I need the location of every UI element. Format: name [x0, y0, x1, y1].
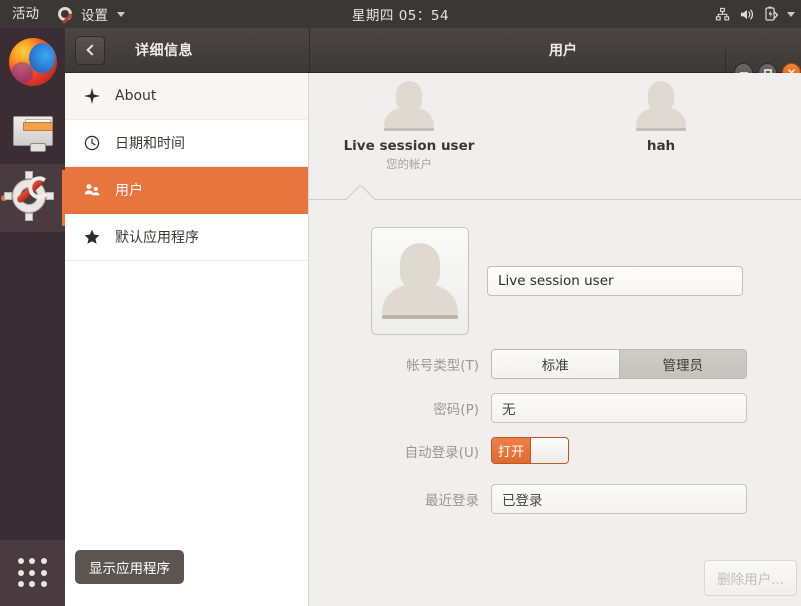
switch-knob	[530, 438, 568, 463]
panel-title: 详细信息	[135, 43, 193, 59]
chevron-left-icon	[85, 44, 98, 56]
auto-login-switch[interactable]: 打开	[491, 437, 569, 464]
user-card[interactable]: hah	[561, 81, 761, 154]
apps-grid-icon	[17, 558, 48, 588]
row-avatar-and-name: Live session user	[309, 227, 801, 335]
system-tray	[715, 0, 795, 28]
section-title: 用户	[549, 43, 577, 59]
chevron-down-icon	[117, 11, 125, 17]
dock	[0, 28, 65, 606]
selection-divider	[309, 185, 801, 209]
user-detail-form: Live session user 帐号类型(T) 标准 管理员 密码(P) 无	[309, 209, 801, 514]
sidebar-item-datetime[interactable]: 日期和时间	[65, 120, 308, 167]
row-password: 密码(P) 无	[309, 393, 801, 423]
star-icon	[83, 228, 101, 246]
firefox-icon	[8, 38, 57, 86]
row-last-login: 最近登录 已登录	[309, 484, 801, 514]
files-icon	[9, 106, 57, 154]
avatar-button[interactable]	[371, 227, 469, 335]
settings-window: 详细信息 用户 添加用户(A)... ✕	[65, 28, 801, 606]
row-auto-login: 自动登录(U) 打开	[309, 437, 801, 464]
user-name: hah	[646, 138, 676, 154]
remove-user-button[interactable]: 删除用户...	[704, 560, 797, 596]
clock-label[interactable]: 星期四 05：54	[352, 4, 449, 24]
sidebar: About 日期和时间 用户 默认应用程序	[65, 73, 309, 606]
sidebar-item-about[interactable]: About	[65, 73, 308, 120]
sparkle-icon	[83, 87, 101, 105]
user-placeholder-avatar	[636, 81, 686, 131]
user-list: Live session user 您的帐户 hah	[309, 73, 801, 185]
back-button[interactable]	[75, 35, 105, 65]
last-login-label: 最近登录	[425, 493, 479, 509]
window-headerbar: 详细信息 用户 添加用户(A)... ✕	[65, 28, 801, 95]
user-placeholder-avatar-large	[382, 243, 458, 319]
headerbar-left: 详细信息	[65, 35, 309, 65]
sidebar-item-users[interactable]: 用户	[65, 167, 308, 214]
sidebar-item-label: About	[115, 88, 157, 104]
user-subtitle: 您的帐户	[386, 157, 432, 171]
show-applications-button[interactable]	[0, 540, 65, 606]
headerbar-divider	[309, 28, 310, 73]
sidebar-item-label: 默认应用程序	[115, 230, 199, 246]
app-menu-settings[interactable]: 设置	[50, 4, 133, 24]
account-type-option-standard[interactable]: 标准	[492, 350, 619, 378]
user-name-input[interactable]: Live session user	[487, 266, 743, 296]
top-bar: 活动 设置 星期四 05：54	[0, 0, 801, 28]
account-type-toggle[interactable]: 标准 管理员	[491, 349, 747, 379]
sidebar-item-default-apps[interactable]: 默认应用程序	[65, 214, 308, 261]
account-type-label: 帐号类型(T)	[406, 358, 479, 374]
app-menu-label: 设置	[81, 8, 108, 24]
users-icon	[83, 181, 101, 199]
sidebar-item-label: 用户	[115, 183, 143, 199]
activities-button[interactable]: 活动	[0, 0, 50, 28]
sidebar-item-label: 日期和时间	[115, 136, 185, 152]
auto-login-state-text: 打开	[492, 438, 530, 463]
account-type-option-administrator[interactable]: 管理员	[618, 350, 746, 378]
user-name: Live session user	[343, 138, 475, 154]
system-menu-caret-icon[interactable]	[787, 11, 795, 17]
battery-charging-icon[interactable]	[764, 6, 778, 22]
password-value[interactable]: 无	[491, 393, 747, 423]
show-applications-tooltip: 显示应用程序	[75, 550, 184, 584]
dock-item-files[interactable]	[0, 96, 65, 164]
last-login-value[interactable]: 已登录	[491, 484, 747, 514]
clock-icon	[83, 134, 101, 152]
dock-item-settings[interactable]	[0, 164, 65, 232]
user-placeholder-avatar	[384, 81, 434, 131]
screen: 活动 设置 星期四 05：54 显示应用程序 详细信息 用户 About 日期和…	[0, 0, 801, 606]
users-panel: Live session user 您的帐户 hah Live session …	[309, 73, 801, 606]
user-card-selected[interactable]: Live session user 您的帐户	[309, 81, 509, 172]
volume-icon[interactable]	[739, 7, 755, 22]
password-label: 密码(P)	[433, 402, 479, 418]
settings-gear-wrench-icon	[58, 6, 75, 24]
auto-login-label: 自动登录(U)	[404, 444, 479, 461]
settings-icon	[3, 171, 57, 222]
selection-pointer	[327, 185, 437, 200]
network-wired-icon[interactable]	[715, 7, 730, 22]
row-account-type: 帐号类型(T) 标准 管理员	[309, 349, 801, 379]
dock-item-firefox[interactable]	[0, 28, 65, 96]
window-body: About 日期和时间 用户 默认应用程序 Live session user …	[65, 73, 801, 606]
